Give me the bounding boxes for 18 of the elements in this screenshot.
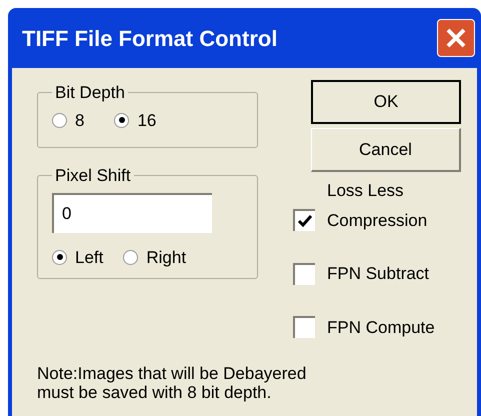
check-icon bbox=[298, 215, 312, 228]
radio-button[interactable]: 8 bbox=[52, 108, 84, 133]
checkbox[interactable]: FPN Compute bbox=[293, 314, 461, 340]
radio-button[interactable]: 16 bbox=[114, 108, 156, 133]
cancel-button[interactable]: Cancel bbox=[311, 128, 461, 172]
ok-button[interactable]: OK bbox=[311, 80, 461, 124]
checkbox[interactable]: Compression bbox=[293, 208, 461, 233]
checkbox[interactable]: FPN Subtract bbox=[293, 261, 461, 286]
radio-button[interactable]: Left bbox=[52, 244, 104, 270]
close-button[interactable] bbox=[437, 19, 475, 57]
group-label: Bit Depth bbox=[54, 82, 126, 104]
checkbox-caption: Loss Less bbox=[326, 180, 405, 202]
input-field[interactable]: 0 bbox=[52, 192, 212, 232]
group-label: Pixel Shift bbox=[54, 165, 132, 187]
close-icon bbox=[445, 27, 467, 49]
note-text: Note:Images that will be Debayered must be saved with 8 bit depth. bbox=[37, 364, 308, 402]
window-title: TIFF File Format Control bbox=[22, 24, 278, 52]
radio-button[interactable]: Right bbox=[123, 244, 186, 270]
